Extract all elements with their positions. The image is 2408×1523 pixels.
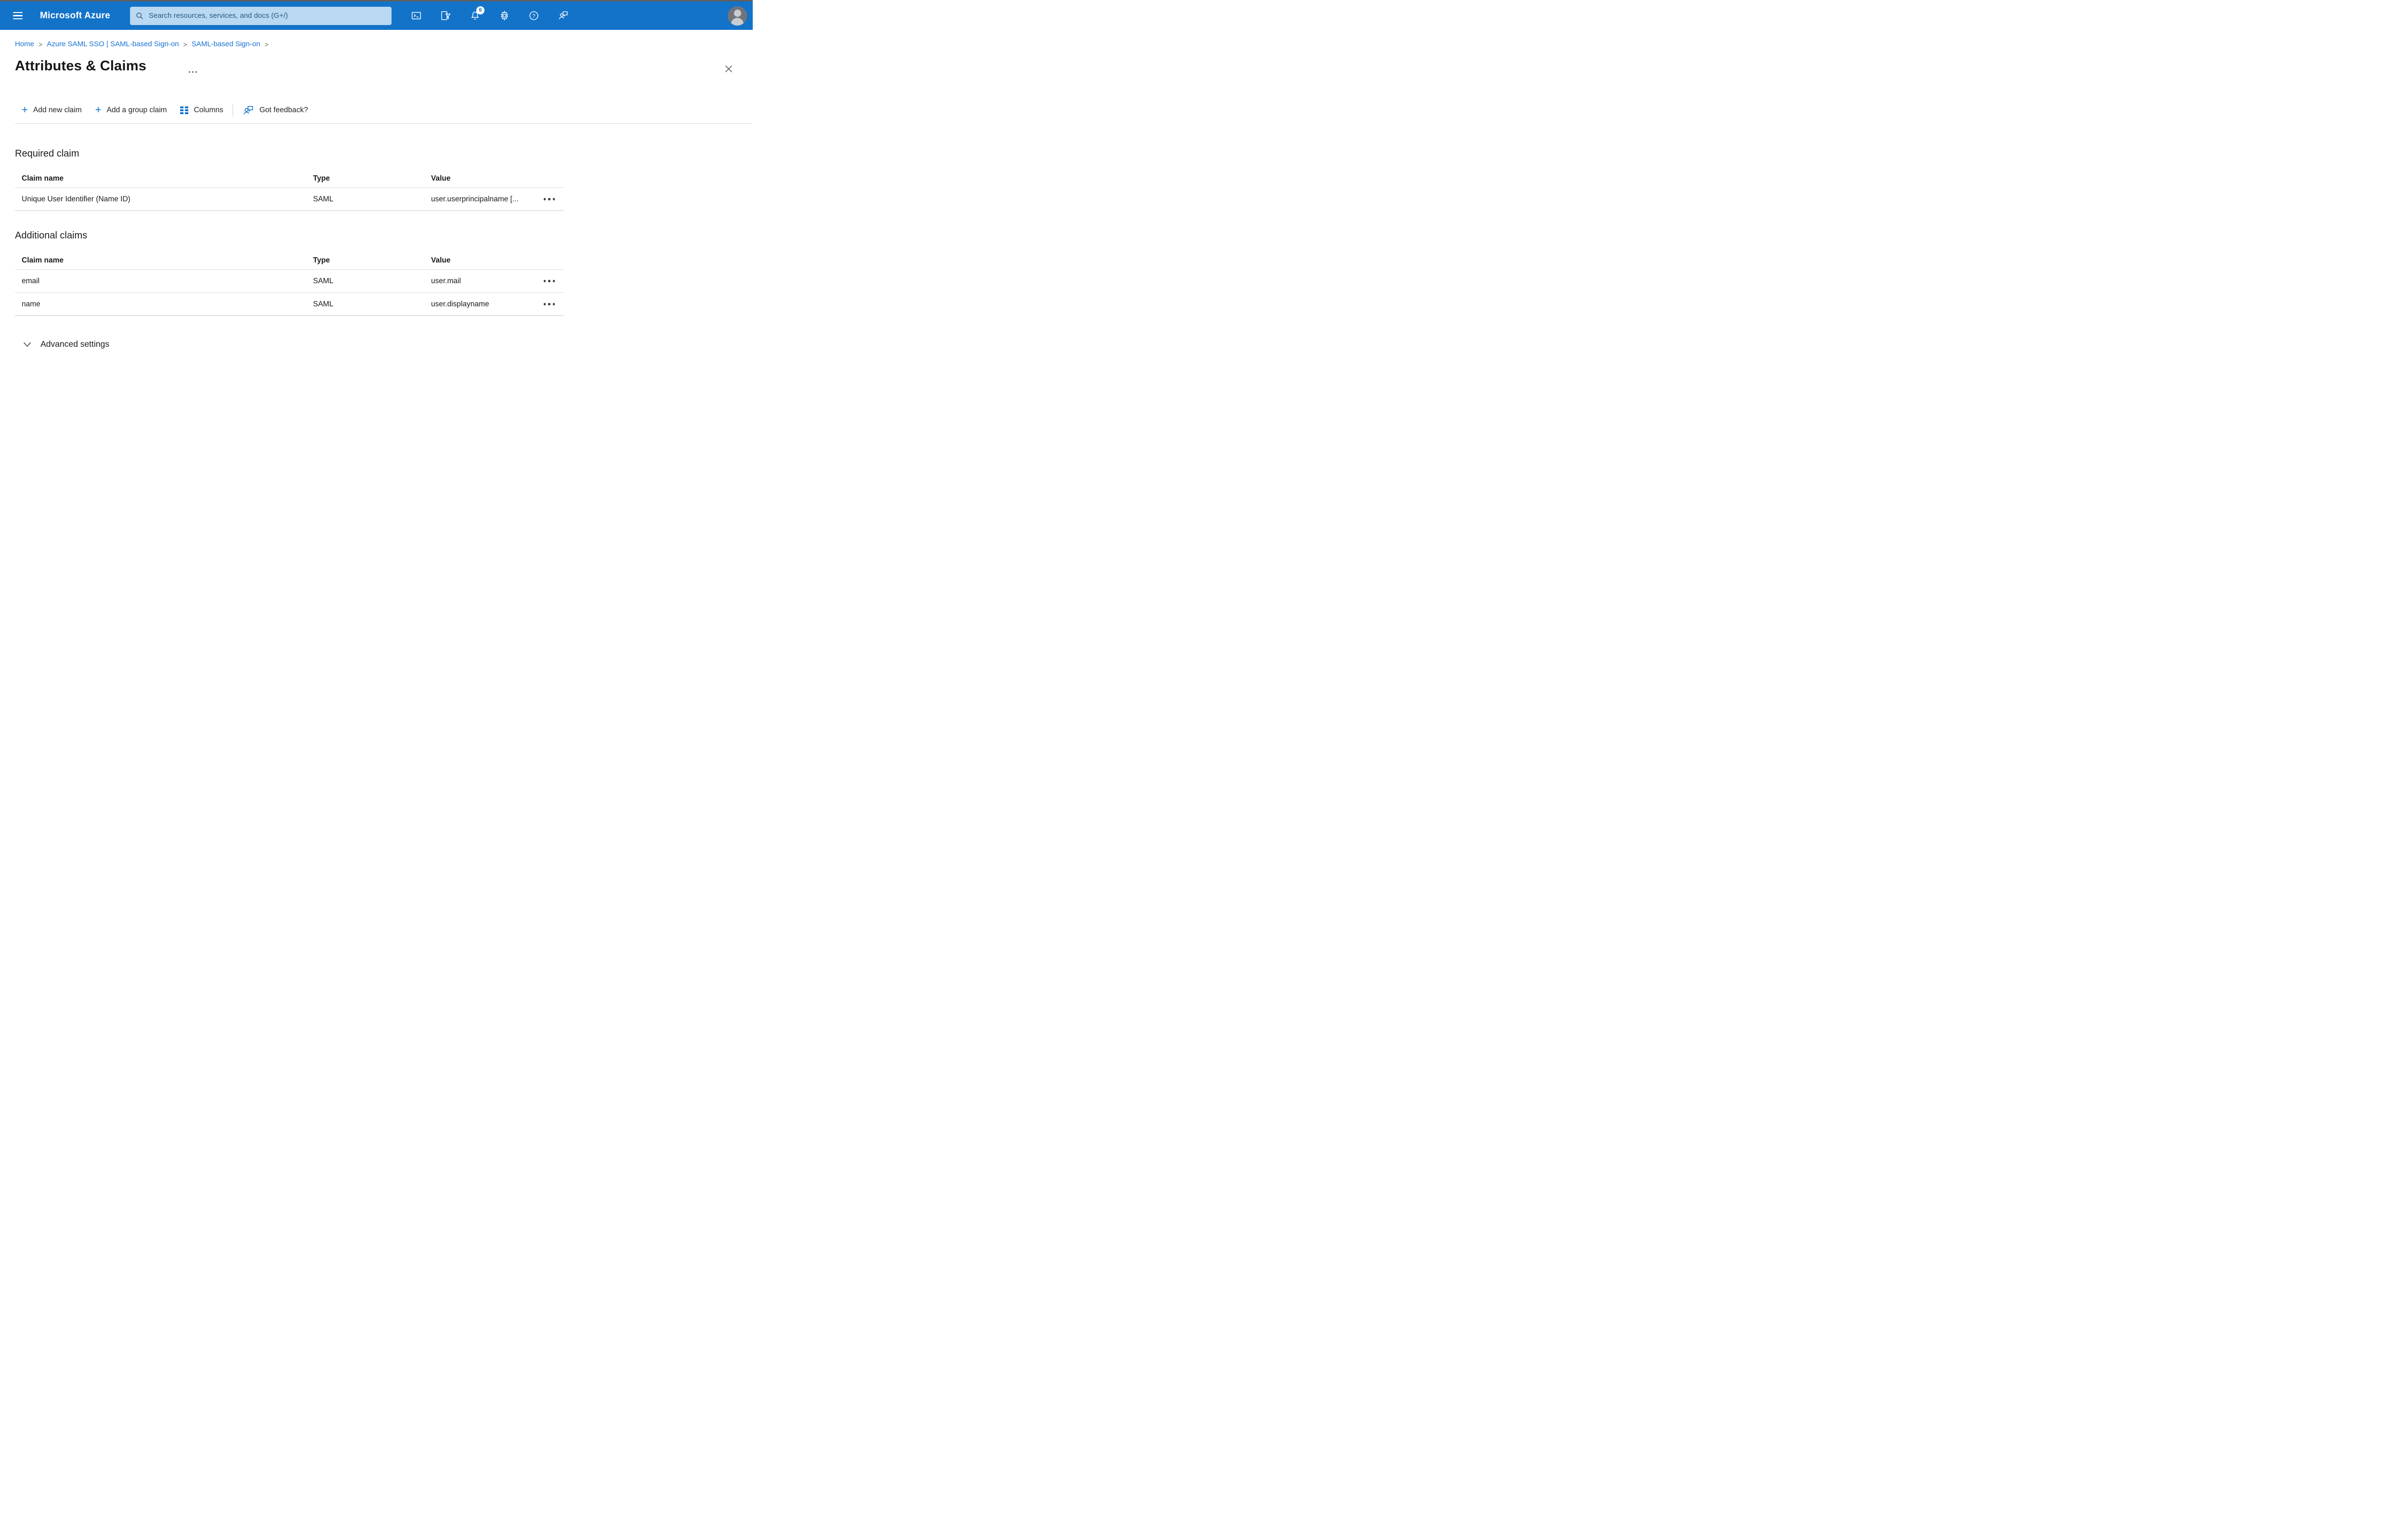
page-title: Attributes & Claims [15, 58, 146, 74]
required-claim-heading: Required claim [15, 148, 79, 159]
cloud-shell-button[interactable] [407, 6, 426, 26]
svg-text:?: ? [533, 13, 536, 19]
hamburger-menu-icon[interactable] [13, 12, 23, 20]
value-cell: user.mail [431, 276, 461, 285]
column-header-type: Type [313, 174, 330, 183]
breadcrumb: Home > Azure SAML SSO | SAML-based Sign-… [15, 40, 268, 48]
brand-logo[interactable]: Microsoft Azure [40, 11, 110, 21]
help-button[interactable]: ? [524, 6, 544, 26]
add-new-claim-label: Add new claim [33, 106, 82, 114]
advanced-settings-toggle[interactable]: Advanced settings [23, 339, 109, 349]
avatar-shoulders [731, 17, 744, 26]
plus-icon: + [95, 104, 102, 116]
value-cell: user.userprincipalname [... [431, 195, 519, 203]
breadcrumb-separator: > [39, 40, 43, 48]
avatar-head [733, 9, 741, 17]
columns-icon [180, 106, 189, 114]
column-header-claim-name: Claim name [22, 174, 64, 183]
topbar-icon-group: 6 ? [407, 6, 573, 26]
got-feedback-button[interactable]: Got feedback? [242, 105, 308, 117]
directory-filter-icon [441, 11, 451, 20]
title-context-menu-icon[interactable] [187, 69, 199, 75]
search-input[interactable] [147, 11, 386, 20]
notification-badge: 6 [476, 6, 484, 14]
columns-button[interactable]: Columns [180, 106, 223, 115]
command-bar: + Add new claim + Add a group claim Colu… [22, 103, 308, 118]
add-new-claim-button[interactable]: + Add new claim [22, 104, 82, 116]
value-cell: user.displayname [431, 300, 489, 308]
avatar[interactable] [728, 6, 747, 26]
settings-button[interactable] [495, 6, 514, 26]
advanced-settings-label: Advanced settings [40, 339, 110, 349]
breadcrumb-separator: > [183, 40, 187, 48]
feedback-icon [559, 11, 568, 19]
chevron-down-icon [23, 342, 31, 347]
table-row[interactable]: Unique User Identifier (Name ID) SAML us… [15, 188, 563, 211]
type-cell: SAML [313, 300, 334, 308]
feedback-person-icon [243, 105, 253, 115]
azure-portal-window: Microsoft Azure Search resources, servic… [0, 0, 753, 381]
row-menu-icon[interactable] [543, 195, 556, 203]
additional-claims-heading: Additional claims [15, 230, 88, 241]
columns-label: Columns [194, 106, 223, 114]
notifications-button[interactable]: 6 [466, 6, 485, 26]
column-header-claim-name: Claim name [22, 256, 64, 264]
close-blade-button[interactable] [723, 63, 734, 75]
settings-gear-icon [501, 11, 509, 21]
table-row[interactable]: email SAML user.mail [15, 270, 563, 293]
add-group-claim-button[interactable]: + Add a group claim [95, 104, 167, 116]
type-cell: SAML [313, 276, 334, 285]
row-menu-icon[interactable] [543, 277, 556, 285]
type-cell: SAML [313, 195, 334, 203]
add-group-claim-label: Add a group claim [106, 106, 167, 114]
claim-name-cell: Unique User Identifier (Name ID) [22, 195, 131, 203]
additional-claims-table: Claim name Type Value email SAML user.ma… [15, 251, 563, 316]
close-icon [725, 66, 732, 72]
table-row[interactable]: name SAML user.displayname [15, 293, 563, 316]
breadcrumb-saml-signon[interactable]: SAML-based Sign-on [192, 40, 261, 48]
breadcrumb-separator: > [264, 40, 269, 48]
breadcrumb-sso-overview[interactable]: Azure SAML SSO | SAML-based Sign-on [47, 40, 179, 48]
row-menu-icon[interactable] [543, 300, 556, 308]
search-icon [136, 12, 143, 19]
toolbar-rule [15, 123, 753, 124]
global-search[interactable] [130, 6, 392, 25]
claim-name-cell: email [22, 276, 40, 285]
directory-filter-button[interactable] [436, 6, 456, 26]
column-header-value: Value [431, 256, 451, 264]
table-header-row: Claim name Type Value [15, 170, 563, 188]
plus-icon: + [22, 104, 28, 116]
top-bar: Microsoft Azure Search resources, servic… [0, 1, 753, 30]
required-claim-table: Claim name Type Value Unique User Identi… [15, 170, 563, 211]
column-header-value: Value [431, 174, 451, 183]
column-header-type: Type [313, 256, 330, 264]
got-feedback-label: Got feedback? [259, 106, 308, 114]
claim-name-cell: name [22, 300, 40, 308]
cloud-shell-icon [412, 12, 421, 20]
table-header-row: Claim name Type Value [15, 251, 563, 270]
breadcrumb-home[interactable]: Home [15, 40, 34, 48]
help-icon: ? [529, 11, 538, 20]
feedback-button[interactable] [554, 6, 573, 26]
